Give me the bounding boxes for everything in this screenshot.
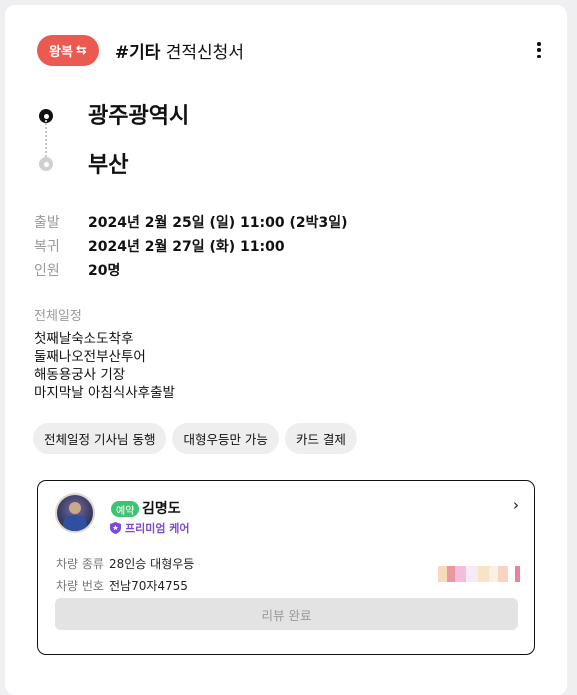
reservation-status-badge: 예약 [111, 501, 140, 517]
vehicle-number-value: 전남70자4755 [109, 579, 188, 593]
passengers-label: 인원 [34, 263, 60, 279]
option-chip: 대형우등만 가능 [172, 423, 279, 454]
trip-type-label: 왕복 [49, 44, 73, 60]
premium-care-label: 프리미엄 케어 [125, 522, 190, 535]
card-header: 왕복 ⇆ #기타 견적신청서 [37, 34, 244, 66]
shield-icon [110, 522, 121, 534]
return-label: 복귀 [34, 239, 60, 255]
blurred-vehicle-image [438, 566, 521, 582]
departure-value: 2024년 2월 25일 (일) 11:00 (2박3일) [88, 215, 348, 231]
chevron-right-icon[interactable]: › [513, 496, 519, 514]
passengers-row: 인원 20명 [34, 258, 347, 282]
review-complete-button[interactable]: 리뷰 완료 [55, 598, 518, 630]
option-chip: 카드 결제 [284, 423, 357, 454]
vehicle-type-label: 차량 종류 [56, 557, 104, 571]
vehicle-type-row: 차량 종류 28인승 대형우등 [56, 555, 194, 572]
driver-avatar [55, 493, 95, 533]
schedule-line: 해동용궁사 기장 [34, 367, 126, 383]
destination-dot-icon [39, 157, 53, 171]
more-options-icon[interactable] [531, 39, 547, 61]
driver-card[interactable]: 예약 김명도 프리미엄 케어 › 차량 종류 28인승 대형우등 차량 번호 전… [37, 480, 535, 655]
trip-type-badge: 왕복 ⇆ [37, 34, 99, 66]
passengers-value: 20명 [88, 263, 121, 279]
vehicle-number-label: 차량 번호 [56, 579, 104, 593]
schedule-label: 전체일정 [34, 309, 82, 324]
schedule-line: 마지막날 아침식사후출발 [34, 385, 175, 401]
title-text: 견적신청서 [165, 42, 244, 63]
departure-label: 출발 [34, 215, 60, 231]
schedule-text: 첫째날숙소도착후 둘째나오전부산투어 해동용궁사 기장 마지막날 아침식사후출발 [34, 330, 175, 402]
swap-icon: ⇆ [75, 42, 87, 58]
premium-care-badge: 프리미엄 케어 [110, 520, 190, 536]
departure-row: 출발 2024년 2월 25일 (일) 11:00 (2박3일) [34, 210, 347, 234]
option-chip: 전체일정 기사님 동행 [33, 423, 167, 454]
route-line [45, 120, 47, 160]
schedule-line: 첫째날숙소도착후 [34, 331, 134, 347]
return-row: 복귀 2024년 2월 27일 (화) 11:00 [34, 234, 347, 258]
origin-place: 광주광역시 [88, 104, 190, 129]
vehicle-number-row: 차량 번호 전남70자4755 [56, 577, 188, 594]
page-title: #기타 견적신청서 [115, 38, 244, 63]
driver-name: 김명도 [142, 501, 181, 517]
quote-card: 왕복 ⇆ #기타 견적신청서 광주광역시 부산 출발 2024년 2월 25일 … [5, 5, 567, 695]
schedule-line: 둘째나오전부산투어 [34, 349, 146, 365]
option-chips: 전체일정 기사님 동행 대형우등만 가능 카드 결제 [33, 423, 357, 454]
vehicle-type-value: 28인승 대형우등 [109, 557, 195, 571]
destination-place: 부산 [88, 153, 129, 178]
trip-info: 출발 2024년 2월 25일 (일) 11:00 (2박3일) 복귀 2024… [34, 210, 347, 282]
return-value: 2024년 2월 27일 (화) 11:00 [88, 239, 285, 255]
category-tag: #기타 [114, 42, 161, 63]
